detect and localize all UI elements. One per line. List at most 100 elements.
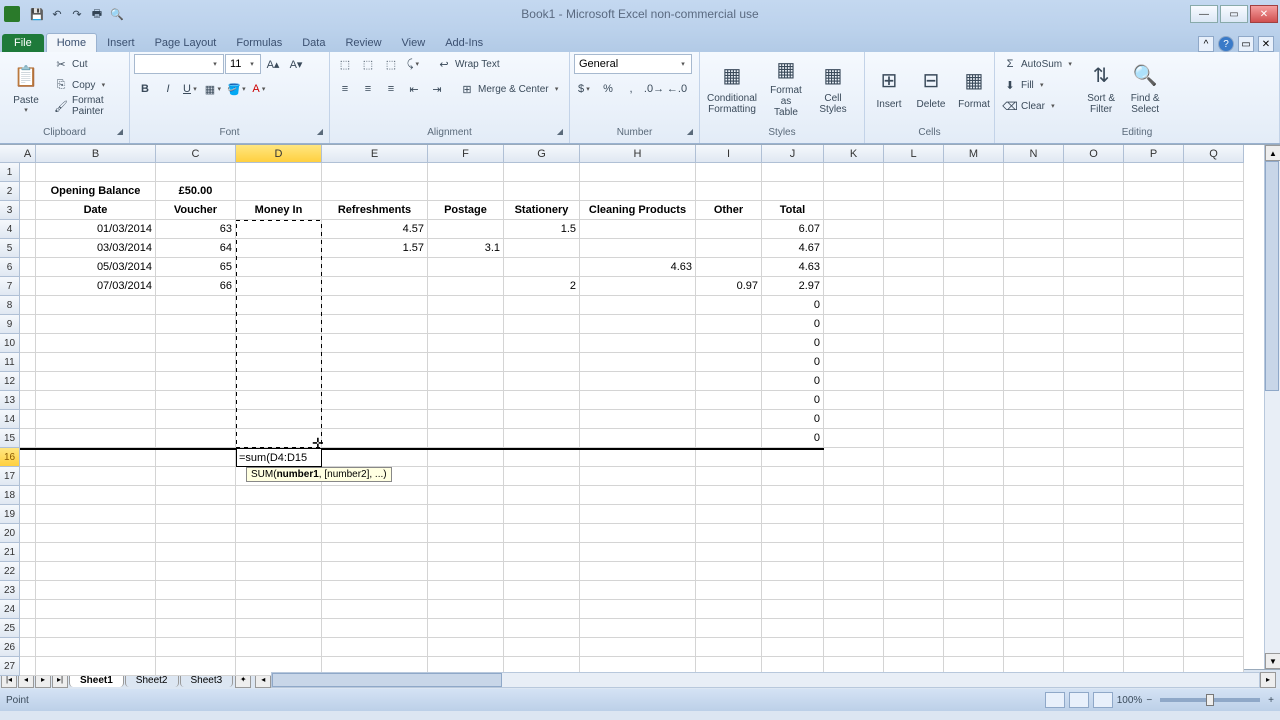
italic-button[interactable]: I [157,79,179,99]
cell-E16[interactable] [322,448,428,467]
cell-K18[interactable] [824,486,884,505]
cell-P3[interactable] [1124,201,1184,220]
cell-I17[interactable] [696,467,762,486]
cell-C2[interactable]: £50.00 [156,182,236,201]
cell-B25[interactable] [36,619,156,638]
cell-J26[interactable] [762,638,824,657]
cell-J14[interactable]: 0 [762,410,824,429]
cell-A16[interactable] [20,448,36,467]
row-header-18[interactable]: 18 [0,486,20,505]
cell-F5[interactable]: 3.1 [428,239,504,258]
bold-button[interactable]: B [134,79,156,99]
cell-B4[interactable]: 01/03/2014 [36,220,156,239]
cell-O5[interactable] [1064,239,1124,258]
cell-N25[interactable] [1004,619,1064,638]
cell-K11[interactable] [824,353,884,372]
cell-M19[interactable] [944,505,1004,524]
cell-L24[interactable] [884,600,944,619]
underline-button[interactable]: U▾ [180,79,202,99]
cell-A4[interactable] [20,220,36,239]
cell-H6[interactable]: 4.63 [580,258,696,277]
close-button[interactable]: ✕ [1250,5,1278,23]
cell-O21[interactable] [1064,543,1124,562]
cell-Q26[interactable] [1184,638,1244,657]
cell-B27[interactable] [36,657,156,676]
tab-page-layout[interactable]: Page Layout [145,34,227,52]
cell-G9[interactable] [504,315,580,334]
cell-B17[interactable] [36,467,156,486]
cell-J24[interactable] [762,600,824,619]
cell-D12[interactable] [236,372,322,391]
cell-N3[interactable] [1004,201,1064,220]
qat-print-icon[interactable]: 🖶 [88,5,106,23]
cell-L4[interactable] [884,220,944,239]
cell-C16[interactable] [156,448,236,467]
cell-J17[interactable] [762,467,824,486]
cell-E10[interactable] [322,334,428,353]
cell-E13[interactable] [322,391,428,410]
cell-P21[interactable] [1124,543,1184,562]
fill-button[interactable]: ⬇Fill▾ [999,75,1078,95]
cell-P8[interactable] [1124,296,1184,315]
cell-Q22[interactable] [1184,562,1244,581]
cell-K19[interactable] [824,505,884,524]
cell-F25[interactable] [428,619,504,638]
increase-indent-icon[interactable]: ⇥ [426,79,448,99]
cell-N15[interactable] [1004,429,1064,448]
cell-H2[interactable] [580,182,696,201]
cell-C1[interactable] [156,163,236,182]
cell-C5[interactable]: 64 [156,239,236,258]
cell-N21[interactable] [1004,543,1064,562]
cell-Q9[interactable] [1184,315,1244,334]
cell-M23[interactable] [944,581,1004,600]
cell-L22[interactable] [884,562,944,581]
cell-H22[interactable] [580,562,696,581]
cell-E20[interactable] [322,524,428,543]
cell-J2[interactable] [762,182,824,201]
cell-O20[interactable] [1064,524,1124,543]
cell-N7[interactable] [1004,277,1064,296]
cell-Q1[interactable] [1184,163,1244,182]
cell-L21[interactable] [884,543,944,562]
cell-D21[interactable] [236,543,322,562]
cell-C4[interactable]: 63 [156,220,236,239]
cell-Q7[interactable] [1184,277,1244,296]
cell-I1[interactable] [696,163,762,182]
row-header-12[interactable]: 12 [0,372,20,391]
window-restore-icon[interactable]: ▭ [1238,36,1254,52]
cell-O3[interactable] [1064,201,1124,220]
cell-I8[interactable] [696,296,762,315]
cell-D3[interactable]: Money In [236,201,322,220]
cell-N10[interactable] [1004,334,1064,353]
tab-home[interactable]: Home [46,33,97,52]
tab-insert[interactable]: Insert [97,34,145,52]
cell-D13[interactable] [236,391,322,410]
cell-F6[interactable] [428,258,504,277]
cell-D4[interactable] [236,220,322,239]
format-as-table-button[interactable]: ▦Format as Table [762,54,810,120]
row-header-9[interactable]: 9 [0,315,20,334]
number-format-combo[interactable]: General▾ [574,54,692,74]
cell-B5[interactable]: 03/03/2014 [36,239,156,258]
cell-E15[interactable] [322,429,428,448]
cell-M25[interactable] [944,619,1004,638]
cell-O14[interactable] [1064,410,1124,429]
cell-J10[interactable]: 0 [762,334,824,353]
col-header-Q[interactable]: Q [1184,145,1244,163]
cell-K4[interactable] [824,220,884,239]
help-icon[interactable]: ? [1218,36,1234,52]
increase-decimal-icon[interactable]: .0→ [643,79,665,99]
cell-I3[interactable]: Other [696,201,762,220]
align-middle-icon[interactable]: ⬚ [357,54,379,74]
cell-L18[interactable] [884,486,944,505]
page-layout-view-button[interactable] [1069,692,1089,708]
cell-C18[interactable] [156,486,236,505]
cell-H17[interactable] [580,467,696,486]
cell-D24[interactable] [236,600,322,619]
cell-K8[interactable] [824,296,884,315]
col-header-I[interactable]: I [696,145,762,163]
cell-M24[interactable] [944,600,1004,619]
cell-F12[interactable] [428,372,504,391]
cell-L9[interactable] [884,315,944,334]
cell-E14[interactable] [322,410,428,429]
